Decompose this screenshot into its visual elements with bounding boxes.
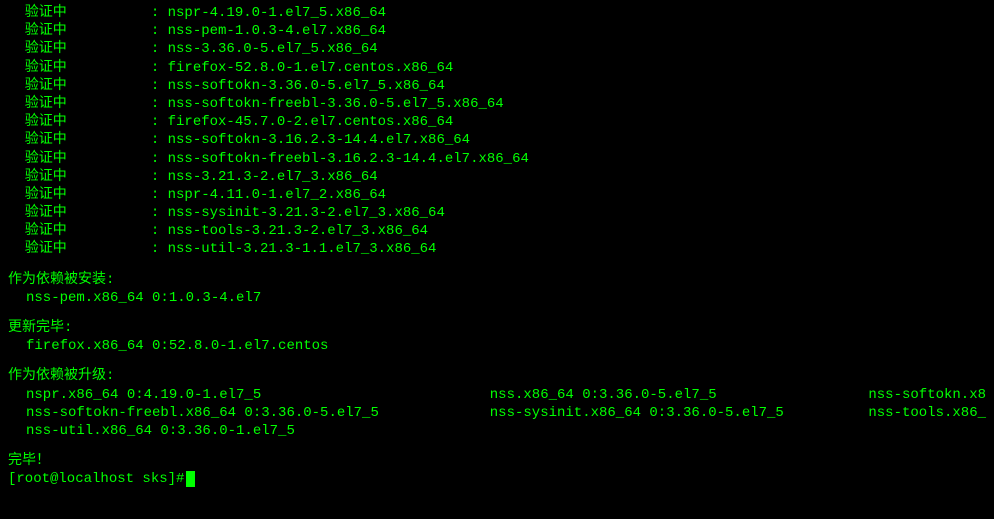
upgrade-list: nspr.x86_64 0:4.19.0-1.el7_5nss.x86_64 0… — [8, 386, 986, 441]
dep-installed-item: nss-pem.x86_64 0:1.0.3-4.el7 — [8, 289, 986, 307]
verify-line: 验证中 : nss-softokn-freebl-3.36.0-5.el7_5.… — [8, 95, 986, 113]
verify-line: 验证中 : nss-softokn-freebl-3.16.2.3-14.4.e… — [8, 150, 986, 168]
cursor-icon — [186, 471, 195, 487]
upgrade-package: nss-softokn-freebl.x86_64 0:3.36.0-5.el7… — [26, 404, 490, 422]
upgrade-package: nspr.x86_64 0:4.19.0-1.el7_5 — [26, 386, 490, 404]
verify-line: 验证中 : nspr-4.19.0-1.el7_5.x86_64 — [8, 4, 986, 22]
shell-prompt-line[interactable]: [root@localhost sks]# — [8, 470, 986, 488]
verification-list: 验证中 : nspr-4.19.0-1.el7_5.x86_64 验证中 : n… — [8, 4, 986, 259]
shell-prompt: [root@localhost sks]# — [8, 470, 184, 488]
upgrade-package: nss-util.x86_64 0:3.36.0-1.el7_5 — [26, 422, 516, 440]
dep-upgraded-header: 作为依赖被升级: — [8, 367, 986, 385]
upgrade-row: nss-util.x86_64 0:3.36.0-1.el7_5 — [8, 422, 986, 440]
updated-item: firefox.x86_64 0:52.8.0-1.el7.centos — [8, 337, 986, 355]
upgrade-package: nss.x86_64 0:3.36.0-5.el7_5 — [490, 386, 869, 404]
upgrade-row: nspr.x86_64 0:4.19.0-1.el7_5nss.x86_64 0… — [8, 386, 986, 404]
verify-line: 验证中 : nss-softokn-3.16.2.3-14.4.el7.x86_… — [8, 131, 986, 149]
upgrade-row: nss-softokn-freebl.x86_64 0:3.36.0-5.el7… — [8, 404, 986, 422]
verify-line: 验证中 : nss-softokn-3.36.0-5.el7_5.x86_64 — [8, 77, 986, 95]
verify-line: 验证中 : firefox-52.8.0-1.el7.centos.x86_64 — [8, 59, 986, 77]
verify-line: 验证中 : nss-tools-3.21.3-2.el7_3.x86_64 — [8, 222, 986, 240]
upgrade-package: nss-softokn.x8 — [868, 386, 986, 404]
upgrade-package: nss-tools.x86_ — [868, 404, 986, 422]
verify-line: 验证中 : nss-pem-1.0.3-4.el7.x86_64 — [8, 22, 986, 40]
verify-line: 验证中 : nss-3.21.3-2.el7_3.x86_64 — [8, 168, 986, 186]
verify-line: 验证中 : nss-util-3.21.3-1.1.el7_3.x86_64 — [8, 240, 986, 258]
updated-header: 更新完毕: — [8, 319, 986, 337]
verify-line: 验证中 : nss-3.36.0-5.el7_5.x86_64 — [8, 40, 986, 58]
upgrade-package: nss-sysinit.x86_64 0:3.36.0-5.el7_5 — [490, 404, 869, 422]
verify-line: 验证中 : nss-sysinit-3.21.3-2.el7_3.x86_64 — [8, 204, 986, 222]
upgrade-package — [516, 422, 916, 440]
complete-text: 完毕！ — [8, 452, 986, 470]
upgrade-package — [916, 422, 986, 440]
verify-line: 验证中 : nspr-4.11.0-1.el7_2.x86_64 — [8, 186, 986, 204]
verify-line: 验证中 : firefox-45.7.0-2.el7.centos.x86_64 — [8, 113, 986, 131]
dep-installed-header: 作为依赖被安装: — [8, 271, 986, 289]
